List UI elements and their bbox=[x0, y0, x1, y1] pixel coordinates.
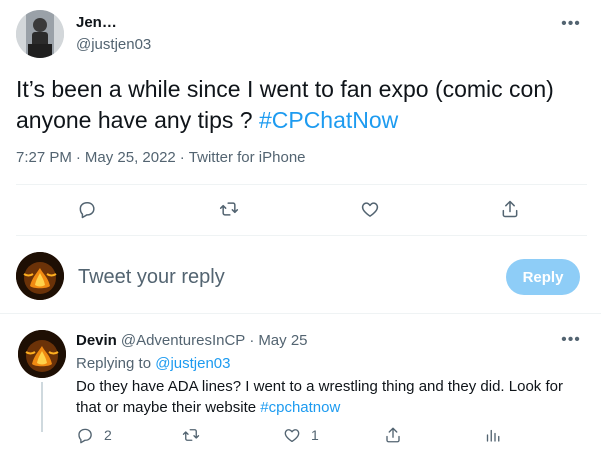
reply-header: Devin @AdventuresInCP · May 25 bbox=[76, 332, 308, 349]
like-icon bbox=[284, 429, 300, 443]
reply-input[interactable] bbox=[78, 262, 378, 292]
author-avatar[interactable] bbox=[16, 10, 64, 58]
more-options-button[interactable]: ••• bbox=[560, 14, 582, 34]
author-avatar-image bbox=[16, 10, 64, 58]
reply-author-avatar[interactable] bbox=[18, 330, 66, 378]
meta-separator: · bbox=[75, 149, 81, 166]
reply-submit-button[interactable]: Reply bbox=[506, 259, 580, 295]
reply-more-options-button[interactable]: ••• bbox=[560, 330, 582, 350]
reply-icon bbox=[78, 428, 92, 444]
tweet-date[interactable]: May 25, 2022 bbox=[85, 149, 176, 166]
analytics-icon bbox=[486, 429, 500, 442]
thread-line bbox=[41, 382, 43, 432]
like-icon bbox=[361, 202, 379, 217]
share-button[interactable] bbox=[500, 199, 520, 219]
retweet-button[interactable] bbox=[219, 199, 239, 219]
meta-separator: · bbox=[249, 332, 255, 349]
tweet-meta: 7:27 PM · May 25, 2022 · Twitter for iPh… bbox=[16, 149, 306, 166]
replying-to-handle[interactable]: @justjen03 bbox=[155, 355, 230, 372]
meta-separator: · bbox=[179, 149, 185, 166]
divider bbox=[16, 184, 587, 185]
reply-icon bbox=[79, 202, 95, 219]
analytics-button[interactable] bbox=[483, 426, 501, 444]
share-icon bbox=[386, 427, 400, 443]
hashtag-link[interactable]: #CPChatNow bbox=[259, 107, 398, 133]
reply-retweet-button[interactable] bbox=[182, 426, 200, 444]
reply-date[interactable]: May 25 bbox=[258, 332, 307, 349]
author-handle[interactable]: @justjen03 bbox=[76, 36, 151, 53]
replying-to-label: Replying to bbox=[76, 355, 156, 372]
more-icon: ••• bbox=[561, 15, 581, 32]
hashtag-link[interactable]: #cpchatnow bbox=[260, 399, 340, 416]
share-icon bbox=[502, 200, 518, 218]
reply-author-avatar-image bbox=[18, 330, 66, 378]
divider bbox=[16, 235, 587, 236]
like-count: 1 bbox=[311, 427, 319, 443]
current-user-avatar[interactable] bbox=[16, 252, 64, 300]
like-button[interactable] bbox=[360, 199, 380, 219]
divider bbox=[0, 313, 601, 314]
reply-share-button[interactable] bbox=[384, 426, 402, 444]
more-icon: ••• bbox=[561, 331, 581, 348]
reply-button[interactable] bbox=[77, 199, 97, 219]
tweet-source[interactable]: Twitter for iPhone bbox=[189, 149, 306, 166]
reply-author-name[interactable]: Devin bbox=[76, 332, 117, 349]
tweet-text: It’s been a while since I went to fan ex… bbox=[16, 74, 586, 136]
current-user-avatar-image bbox=[16, 252, 64, 300]
replying-to: Replying to @justjen03 bbox=[76, 355, 231, 372]
reply-reply-button[interactable]: 2 bbox=[76, 426, 112, 444]
reply-count: 2 bbox=[104, 427, 112, 443]
retweet-icon bbox=[219, 202, 239, 216]
author-name[interactable]: Jen… bbox=[76, 14, 117, 31]
reply-text: Do they have ADA lines? I went to a wres… bbox=[76, 376, 586, 418]
retweet-icon bbox=[182, 429, 200, 441]
tweet-time[interactable]: 7:27 PM bbox=[16, 149, 72, 166]
reply-author-handle[interactable]: @AdventuresInCP bbox=[121, 332, 245, 349]
reply-like-button[interactable]: 1 bbox=[283, 426, 319, 444]
